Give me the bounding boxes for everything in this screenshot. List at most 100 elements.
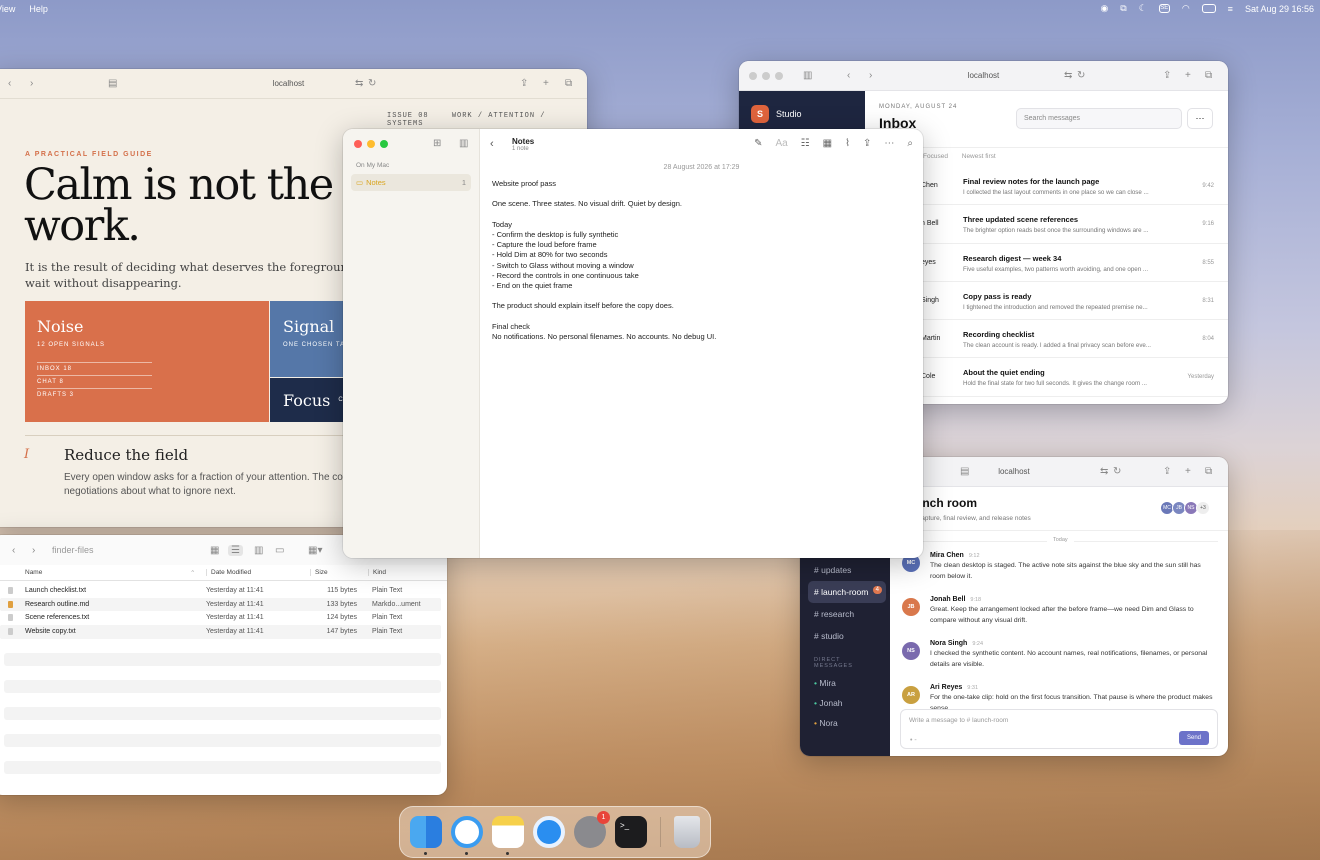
new-tab-icon[interactable]: + [1185,466,1191,477]
checklist-icon[interactable]: ☷ [801,138,810,149]
zoom-button[interactable] [775,72,783,80]
dm-jonah[interactable]: • Jonah [808,693,886,713]
control-center-icon[interactable]: ≡ [1228,4,1233,14]
translate-icon[interactable]: ⇆ [1100,466,1108,477]
file-row[interactable]: Research outline.md Yesterday at 11:41 133… [0,597,441,612]
dm-nora[interactable]: • Nora [808,713,886,733]
share-icon[interactable]: ⇪ [863,138,871,149]
format-icons[interactable]: • ‑ [910,737,917,744]
gallery-view-icon[interactable]: ▭ [275,545,284,556]
file-row[interactable]: Website copy.txt Yesterday at 11:41 147 by… [0,625,441,639]
sidebar-toggle-icon[interactable]: ▥ [803,70,812,81]
new-tab-icon[interactable]: + [543,78,549,89]
wifi-icon[interactable]: ◠ [1182,3,1190,14]
text-format-icon[interactable]: Aa [775,138,787,149]
filter-newest[interactable]: Newest first [962,153,996,160]
folder-notes[interactable]: ▭ Notes 1 [351,174,471,191]
group-icon[interactable]: ▦▾ [308,545,322,556]
trash-icon[interactable] [674,816,700,848]
member-avatars[interactable]: MC JB NS +3 [1160,501,1210,515]
finder-icon[interactable] [410,816,442,855]
author-name[interactable]: Mira Chen [930,552,964,559]
sidebar-toggle-icon[interactable]: ▥ [459,138,468,149]
translate-icon[interactable]: ⇆ [355,78,363,89]
file-row[interactable]: Launch checklist.txt Yesterday at 11:41 11… [0,584,441,598]
search-input[interactable]: Search messages [1016,108,1182,129]
file-row[interactable]: Scene references.txt Yesterday at 11:41 12… [0,611,441,625]
list-view-icon[interactable]: ☰ [228,544,243,556]
table-icon[interactable]: ▦ [823,138,832,149]
keyboard-icon[interactable]: SE [1158,4,1170,13]
url-field[interactable]: localhost [968,71,1000,80]
minimize-button[interactable] [367,140,375,148]
settings-icon[interactable]: 1 [574,811,610,848]
author-name[interactable]: Jonah Bell [930,596,965,603]
author-name[interactable]: Nora Singh [930,640,967,647]
share-icon[interactable]: ⇪ [1163,70,1171,81]
column-view-icon[interactable]: ▥ [254,545,263,556]
page-icon[interactable]: ▤ [108,78,117,89]
author-avatar[interactable]: NS [902,642,920,660]
share-icon[interactable]: ⇪ [520,78,528,89]
back-icon[interactable]: ‹ [12,545,15,556]
dm-mira[interactable]: • Mira [808,673,886,693]
author-avatar[interactable]: JB [902,598,920,616]
back-icon[interactable]: ‹ [847,70,850,81]
filter-focused[interactable]: Focused [923,153,948,160]
battery-icon[interactable] [1201,4,1216,13]
reload-icon[interactable]: ↻ [368,78,376,89]
clock[interactable]: Sat Aug 29 16:56 [1245,4,1314,14]
more-button[interactable]: ⋯ [1187,108,1213,129]
url-field[interactable]: localhost [273,79,305,88]
tabs-icon[interactable]: ⧉ [565,78,572,89]
share-icon[interactable]: ⇪ [1163,466,1171,477]
icon-view-icon[interactable]: ▦ [210,545,219,556]
note-body[interactable]: Website proof pass One scene. Three state… [492,179,716,342]
col-name[interactable]: Name [25,569,42,576]
back-icon[interactable]: ‹ [8,78,11,89]
author-name[interactable]: Ari Reyes [930,684,962,691]
reload-icon[interactable]: ↻ [1113,466,1121,477]
col-kind[interactable]: Kind [368,569,386,576]
safari-icon[interactable] [451,816,483,855]
back-icon[interactable]: ‹ [490,138,494,150]
terminal-icon[interactable]: >_ [615,816,647,848]
tabs-icon[interactable]: ⧉ [1205,466,1212,477]
search-icon[interactable]: ⌕ [907,138,913,149]
notes-icon[interactable] [492,816,524,855]
translate-icon[interactable]: ⇆ [1064,70,1072,81]
forward-icon[interactable]: › [32,545,35,556]
menu-view[interactable]: View [0,4,15,14]
forward-icon[interactable]: › [869,70,872,81]
close-button[interactable] [749,72,757,80]
more-icon[interactable]: ⋯ [884,138,894,149]
new-folder-icon[interactable]: ⊞ [433,138,441,149]
channel-studio[interactable]: # studio [808,625,886,647]
composer[interactable]: Write a message to # launch-room • ‑ Sen… [900,709,1218,749]
attachment-icon[interactable]: ⌇ [845,138,850,149]
reload-icon[interactable]: ↻ [1077,70,1085,81]
channel-updates[interactable]: # updates [808,559,886,581]
channel-research[interactable]: # research [808,603,886,625]
close-button[interactable] [354,140,362,148]
menu-help[interactable]: Help [29,4,48,14]
col-size[interactable]: Size [310,569,328,576]
tabs-icon[interactable]: ⧉ [1205,70,1212,81]
minimize-button[interactable] [762,72,770,80]
channel-launch-room[interactable]: # launch-room 4 [808,581,886,603]
zoom-button[interactable] [380,140,388,148]
send-button[interactable]: Send [1178,731,1209,745]
message-time: 9:31 [967,685,979,691]
col-date[interactable]: Date Modified [206,569,251,576]
compose-icon[interactable]: ✎ [754,138,762,149]
composer-input[interactable]: Write a message to # launch-room [901,710,1217,731]
author-avatar[interactable]: AR [902,686,920,704]
url-field[interactable]: localhost [998,467,1030,476]
moon-icon[interactable]: ☾ [1139,3,1147,14]
quicktime-icon[interactable] [533,816,565,848]
screen-mirror-icon[interactable]: ⧉ [1120,3,1126,14]
forward-icon[interactable]: › [30,78,33,89]
status-icon[interactable]: ◉ [1100,3,1108,14]
page-icon[interactable]: ▤ [960,466,969,477]
new-tab-icon[interactable]: + [1185,70,1191,81]
